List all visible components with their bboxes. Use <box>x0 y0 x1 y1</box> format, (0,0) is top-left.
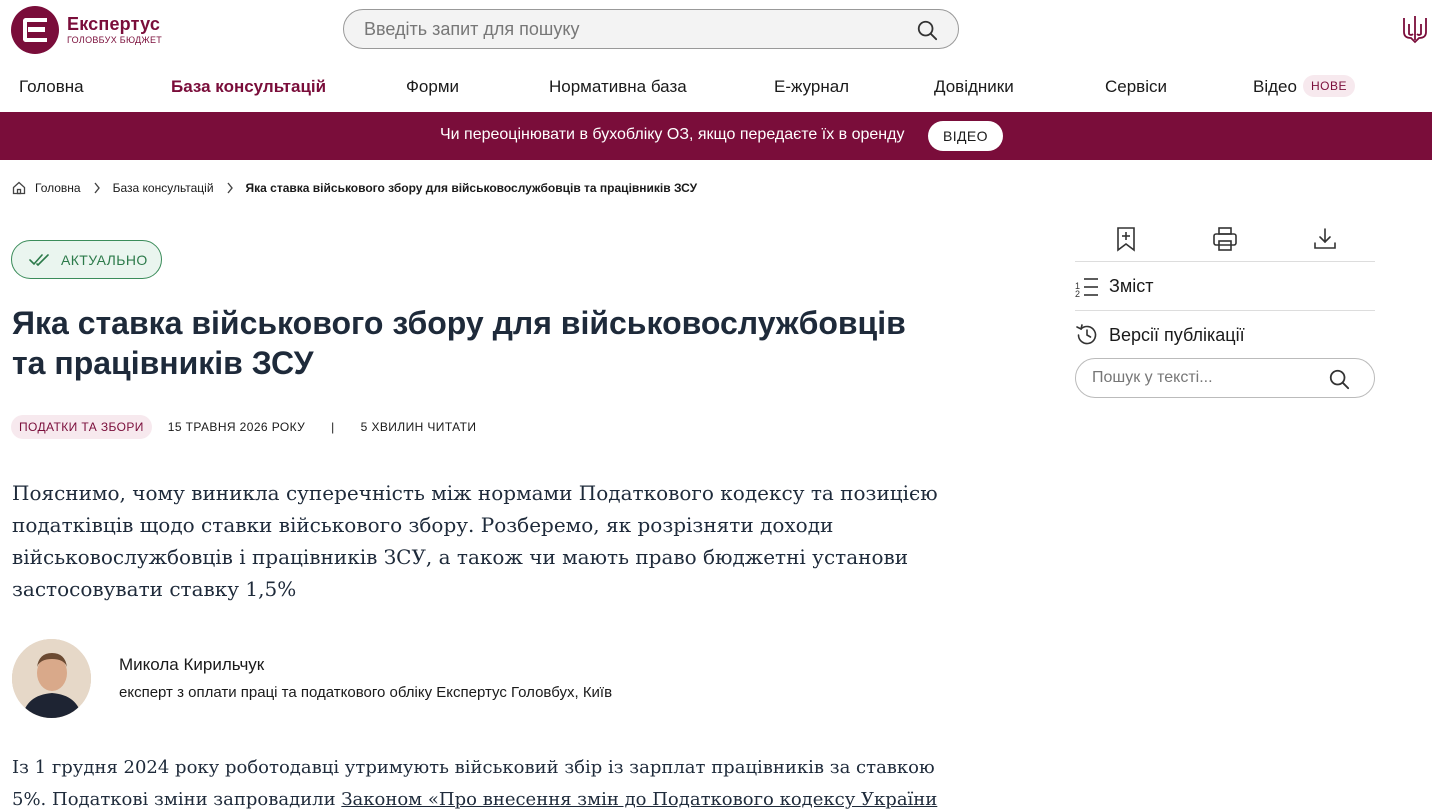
logo-icon <box>11 6 59 54</box>
status-label: АКТУАЛЬНО <box>61 251 148 268</box>
article-title: Яка ставка військового збору для військо… <box>12 305 906 381</box>
nav-item-ejournal[interactable]: Е-журнал <box>774 77 849 97</box>
nav-item-consultations[interactable]: База консультацій <box>171 77 326 97</box>
avatar <box>12 639 91 718</box>
status-badge: АКТУАЛЬНО <box>11 240 162 279</box>
svg-text:2: 2 <box>1075 289 1080 298</box>
nav-item-references[interactable]: Довідники <box>934 77 1014 97</box>
history-icon <box>1076 324 1097 345</box>
meta-separator: | <box>331 420 335 434</box>
numbered-list-icon: 1 2 <box>1075 277 1098 298</box>
author-role: експерт з оплати праці та податкового об… <box>119 684 613 701</box>
versions-link[interactable]: Версії публікації <box>1075 311 1375 359</box>
double-check-icon <box>29 253 49 266</box>
text-search-input[interactable] <box>1092 369 1322 387</box>
toc-label: Зміст <box>1109 276 1154 296</box>
article-body: Із 1 грудня 2024 року роботодавці утриму… <box>12 752 952 810</box>
breadcrumb-current: Яка ставка військового збору для військо… <box>245 181 698 195</box>
breadcrumb: Головна База консультацій Яка ставка вій… <box>12 181 697 195</box>
promo-video-button[interactable]: ВІДЕО <box>928 121 1003 151</box>
breadcrumb-home[interactable]: Головна <box>35 181 81 195</box>
promo-text[interactable]: Чи переоцінювати в бухобліку ОЗ, якщо пе… <box>440 126 904 144</box>
chevron-right-icon <box>94 182 100 194</box>
home-icon[interactable] <box>12 181 26 195</box>
author-name[interactable]: Микола Кирильчук <box>119 655 264 675</box>
law-link[interactable]: Законом «Про внесення змін до Податковог… <box>341 789 937 810</box>
read-time: 5 ХВИЛИН ЧИТАТИ <box>360 420 477 434</box>
bookmark-add-icon[interactable] <box>1113 226 1139 252</box>
search-icon[interactable] <box>916 19 938 41</box>
search-bar <box>343 9 959 49</box>
author-block: Микола Кирильчук експерт з оплати праці … <box>12 639 912 719</box>
header: Експертус ГОЛОВБУХ БЮДЖЕТ <box>0 0 1432 60</box>
search-input[interactable] <box>364 19 884 40</box>
toc-link[interactable]: 1 2 Зміст <box>1075 263 1375 311</box>
article-tools <box>1075 214 1375 262</box>
logo[interactable]: Експертус ГОЛОВБУХ БЮДЖЕТ <box>11 6 162 54</box>
nav-item-normative-base[interactable]: Нормативна база <box>549 77 687 97</box>
breadcrumb-section[interactable]: База консультацій <box>113 181 214 195</box>
versions-label: Версії публікації <box>1109 324 1245 345</box>
download-icon[interactable] <box>1312 226 1338 252</box>
article-lead: Пояснимо, чому виникла суперечність між … <box>12 481 938 601</box>
text-search-box <box>1075 358 1375 398</box>
category-tag[interactable]: ПОДАТКИ ТА ЗБОРИ <box>11 415 152 439</box>
publish-date: 15 ТРАВНЯ 2026 РОКУ <box>167 420 306 434</box>
nav-item-services[interactable]: Сервіси <box>1105 77 1167 97</box>
nav-item-home[interactable]: Головна <box>19 77 84 97</box>
logo-subtitle: ГОЛОВБУХ БЮДЖЕТ <box>67 35 163 45</box>
new-badge: НОВЕ <box>1303 75 1356 97</box>
nav-item-forms[interactable]: Форми <box>406 77 459 97</box>
trident-icon <box>1403 16 1427 44</box>
promo-bar: Чи переоцінювати в бухобліку ОЗ, якщо пе… <box>0 112 1432 160</box>
chevron-right-icon <box>227 182 233 194</box>
nav-item-video[interactable]: Відео <box>1253 77 1297 97</box>
article-meta: ПОДАТКИ ТА ЗБОРИ 15 ТРАВНЯ 2026 РОКУ | 5… <box>11 415 476 439</box>
main-nav: Головна База консультацій Форми Норматив… <box>0 64 1432 112</box>
print-icon[interactable] <box>1212 226 1238 252</box>
logo-title: Експертус <box>67 14 161 34</box>
search-icon[interactable] <box>1328 368 1350 390</box>
